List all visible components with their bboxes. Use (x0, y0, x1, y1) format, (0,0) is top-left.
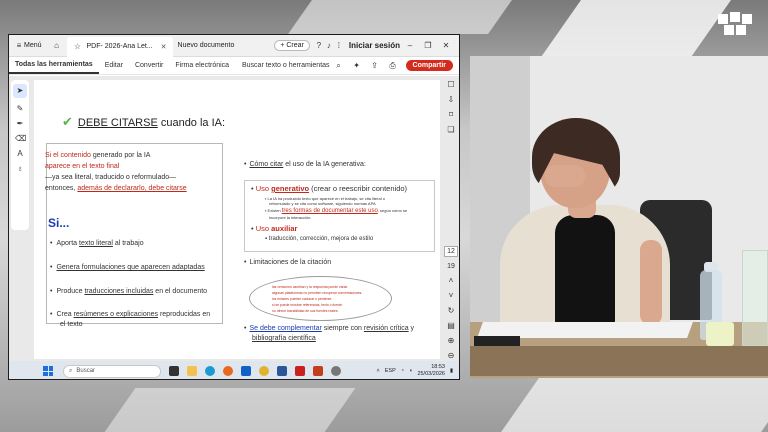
list-item: Produce traducciones incluidas en el doc… (50, 288, 207, 295)
tab-all-tools[interactable]: Todas las herramientas (9, 57, 99, 74)
title-bar: ≡ Menú ⌂ ☆ PDF- 2026-Ana Let... ✕ Nuevo … (9, 35, 459, 57)
task-view-icon[interactable] (169, 366, 179, 376)
left-tool-rail: ➤ ✎ ✒ ⌫ A ♁ (11, 80, 29, 230)
tab-e-signature[interactable]: Firma electrónica (169, 57, 235, 74)
university-logo-icon (718, 12, 752, 35)
laptop (474, 336, 520, 346)
chevron-down-icon[interactable]: ˅ (446, 291, 456, 300)
create-button[interactable]: + Crear (274, 40, 310, 51)
language-indicator[interactable]: ESP (385, 368, 396, 374)
file-icon[interactable]: ▤ (446, 321, 456, 330)
si-heading: Si... (48, 216, 70, 230)
comments-panel-icon[interactable]: ☐ (446, 80, 456, 89)
slide-title: ✔ DEBE CITARSE cuando la IA: (62, 114, 226, 129)
volume-icon[interactable]: ◖ (409, 368, 412, 374)
upload-icon[interactable]: ⇪ (370, 61, 380, 70)
clock[interactable]: 18:53 25/03/2026 (417, 364, 445, 378)
bell-icon[interactable]: ♪ (324, 41, 334, 50)
glass-jar (742, 250, 768, 346)
limitations-ellipse: las versiones cambian y la respuesta pue… (249, 276, 392, 321)
search-tools[interactable]: Buscar texto o herramientas ⌕ (242, 61, 344, 71)
close-tab-icon[interactable]: ✕ (161, 43, 167, 51)
page-number-total: 19 (447, 263, 455, 270)
chrome-icon[interactable] (259, 366, 269, 376)
chevron-up-icon[interactable]: ˄ (446, 276, 456, 285)
powerpoint-icon[interactable] (313, 366, 323, 376)
tab-pdf[interactable]: ☆ PDF- 2026-Ana Let... ✕ (66, 36, 173, 57)
acrobat-window: ≡ Menú ⌂ ☆ PDF- 2026-Ana Let... ✕ Nuevo … (8, 34, 460, 380)
maximize-icon[interactable]: ❐ (423, 41, 433, 50)
document-area: ➤ ✎ ✒ ⌫ A ♁ ✔ DEBE CITARSE cuando la IA: … (9, 76, 459, 361)
search-icon: ⌕ (336, 60, 341, 70)
share-button[interactable]: Compartir (405, 60, 453, 71)
list-item: Genera formulaciones que aparecen adapta… (50, 264, 204, 271)
refresh-icon[interactable]: ↻ (446, 306, 456, 315)
pages-icon[interactable]: ❏ (446, 125, 456, 134)
signin-button[interactable]: Iniciar sesión (344, 35, 405, 56)
apps-grid-icon[interactable]: ⁞ (334, 41, 344, 50)
help-icon[interactable]: ? (314, 41, 324, 50)
system-tray: ˄ ESP ◔ ◖ 18:53 25/03/2026 ▮ (377, 364, 453, 378)
right-tool-rail: ☐ ⇩ ⌑ ❏ 12 19 ˄ ˅ ↻ ▤ ⊕ ⊖ (443, 80, 459, 360)
hamburger-icon: ≡ (16, 41, 22, 50)
zoom-out-icon[interactable]: ⊖ (446, 351, 456, 360)
export-icon[interactable]: ⇩ (446, 95, 456, 104)
windows-start-icon[interactable] (43, 366, 53, 376)
firefox-icon[interactable] (223, 366, 233, 376)
chevron-up-icon[interactable]: ˄ (377, 368, 380, 374)
search-icon: ⌕ (69, 367, 73, 374)
star-icon: ☆ (73, 42, 82, 51)
citation-criteria-box: Si el contenido generado por la IA apare… (45, 143, 223, 324)
list-item: Crea resúmenes o explicaciones reproduci… (50, 311, 210, 318)
right-column: • Cómo citar el uso de la IA generativa: … (242, 80, 437, 359)
edge-icon[interactable] (205, 366, 215, 376)
word-icon[interactable] (277, 366, 287, 376)
settings-icon[interactable] (331, 366, 341, 376)
outlook-icon[interactable] (241, 366, 251, 376)
pdf-page-slide: ✔ DEBE CITARSE cuando la IA: Si el conten… (34, 80, 440, 359)
pen-icon[interactable]: ✒ (15, 119, 25, 128)
tab-new-document[interactable]: Nuevo documento (173, 35, 240, 56)
stamp-icon[interactable]: ♁ (15, 164, 25, 173)
taskbar-search-input[interactable]: ⌕ Buscar (63, 364, 161, 378)
checkmark-icon: ✔ (62, 114, 73, 129)
page-number-current[interactable]: 12 (444, 246, 458, 257)
close-window-icon[interactable]: ✕ (441, 41, 451, 50)
home-icon: ⌂ (54, 41, 59, 50)
ai-assistant-icon[interactable]: ✦ (352, 61, 362, 70)
usage-types-box: • Uso generativo (crear o reescribir con… (244, 180, 435, 252)
menu-button[interactable]: ≡ Menú (9, 35, 47, 56)
minimize-icon[interactable]: – (405, 41, 415, 50)
bookmark-icon[interactable]: ⌑ (446, 110, 456, 119)
wifi-icon[interactable]: ◔ (401, 368, 404, 374)
cup (706, 322, 734, 346)
tools-bar: Todas las herramientas Editar Convertir … (9, 57, 459, 75)
notifications-icon[interactable]: ▮ (450, 368, 453, 374)
acrobat-icon[interactable] (295, 366, 305, 376)
comment-icon[interactable]: ✎ (15, 104, 25, 113)
windows-taskbar: ⌕ Buscar ˄ ESP ◔ ◖ 18:53 25/03/2026 ▮ (9, 361, 459, 379)
print-icon[interactable]: ⎙ (388, 61, 398, 71)
list-item: Aporta texto literal al trabajo (50, 240, 143, 247)
zoom-in-icon[interactable]: ⊕ (446, 336, 456, 345)
eraser-icon[interactable]: ⌫ (15, 134, 26, 143)
tab-edit[interactable]: Editar (99, 57, 129, 74)
tab-convert[interactable]: Convertir (129, 57, 169, 74)
file-explorer-icon[interactable] (187, 366, 197, 376)
text-select-icon[interactable]: A (15, 149, 25, 158)
home-button[interactable]: ⌂ (47, 35, 67, 56)
cursor-icon[interactable]: ➤ (13, 84, 27, 98)
